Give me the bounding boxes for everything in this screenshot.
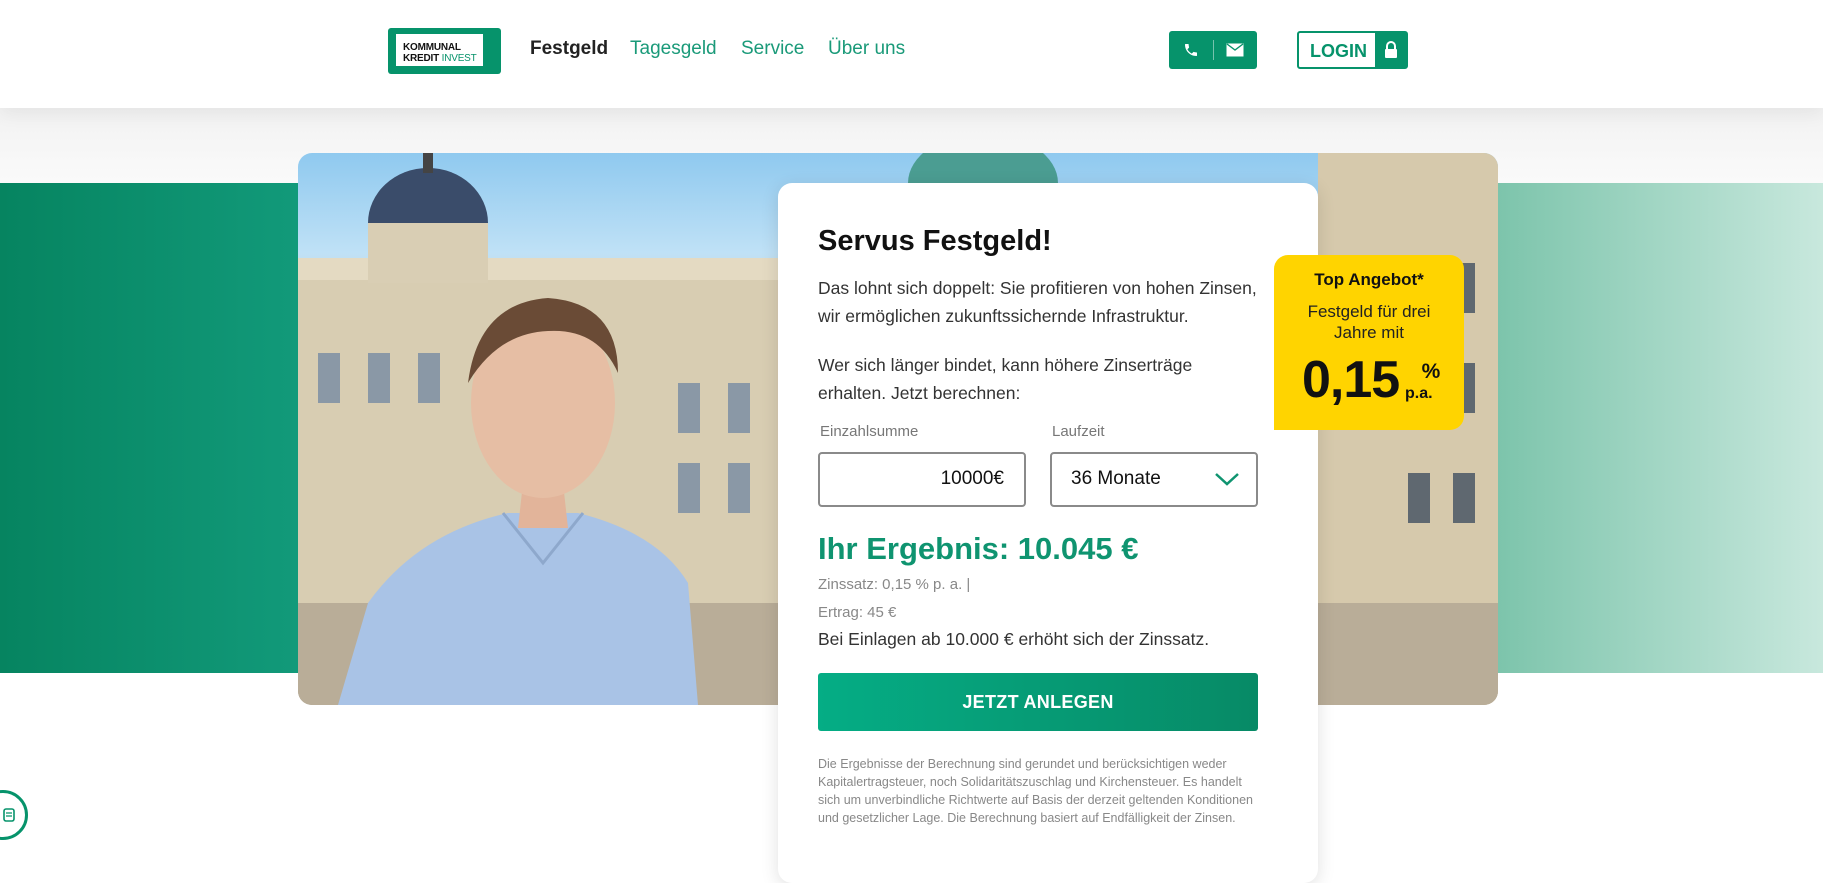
logo-line-1: KOMMUNAL <box>403 42 461 53</box>
nav-festgeld[interactable]: Festgeld <box>530 38 608 60</box>
mail-icon[interactable] <box>1213 31 1257 69</box>
chat-icon <box>3 808 15 822</box>
badge-title: Top Angebot* <box>1314 270 1424 289</box>
rate-line: Zinssatz: 0,15 % p. a. | <box>818 576 971 593</box>
nav-ueber-uns[interactable]: Über uns <box>828 38 905 60</box>
logo-line-2a: KREDIT <box>403 53 440 64</box>
badge-rate: 0,15 <box>1302 351 1400 409</box>
contact-buttons <box>1169 31 1257 69</box>
chat-widget-button[interactable] <box>0 790 28 840</box>
badge-percent: % <box>1421 360 1441 383</box>
card-prompt: Wer sich länger bindet, kann höhere Zins… <box>818 355 1193 403</box>
festgeld-calculator-card: Servus Festgeld! Das lohnt sich doppelt:… <box>778 183 1318 883</box>
lock-icon <box>1375 33 1406 67</box>
card-intro: Das lohnt sich doppelt: Sie profitieren … <box>818 278 1257 326</box>
logo-text: KOMMUNAL KREDIT INVEST <box>396 34 483 66</box>
term-label: Laufzeit <box>1052 423 1105 440</box>
nav-service[interactable]: Service <box>741 38 804 60</box>
card-title: Servus Festgeld! <box>818 225 1052 257</box>
deposit-value: 10000€ <box>940 468 1004 489</box>
chevron-down-icon <box>1215 473 1239 486</box>
deposit-label: Einzahlsumme <box>820 423 919 440</box>
phone-icon[interactable] <box>1169 31 1213 69</box>
badge-text: Festgeld für drei Jahre mit <box>1307 302 1431 342</box>
top-offer-badge: Top Angebot* Festgeld für drei Jahre mit… <box>1274 255 1464 430</box>
login-button[interactable]: LOGIN <box>1297 31 1408 69</box>
deposit-amount-input[interactable]: 10000€ <box>818 452 1026 507</box>
hero-band-right <box>1495 183 1823 673</box>
disclaimer: Die Ergebnisse der Berechnung sind gerun… <box>818 757 1253 825</box>
nav-tagesgeld[interactable]: Tagesgeld <box>630 38 717 60</box>
jetzt-anlegen-button[interactable]: JETZT ANLEGEN <box>818 673 1258 731</box>
site-header: KOMMUNAL KREDIT INVEST Festgeld Tagesgel… <box>0 0 1823 108</box>
deposit-hint: Bei Einlagen ab 10.000 € erhöht sich der… <box>818 629 1210 649</box>
result-total: Ihr Ergebnis: 10.045 € <box>818 531 1139 566</box>
logo-line-2b: INVEST <box>441 53 477 64</box>
badge-pa: p.a. <box>1405 385 1433 402</box>
hero-band-left <box>0 183 300 673</box>
kommunalkredit-logo[interactable]: KOMMUNAL KREDIT INVEST <box>388 28 501 74</box>
term-select[interactable]: 36 Monate <box>1050 452 1258 507</box>
term-value: 36 Monate <box>1071 468 1161 489</box>
yield-line: Ertrag: 45 € <box>818 604 897 621</box>
login-label: LOGIN <box>1310 41 1367 61</box>
